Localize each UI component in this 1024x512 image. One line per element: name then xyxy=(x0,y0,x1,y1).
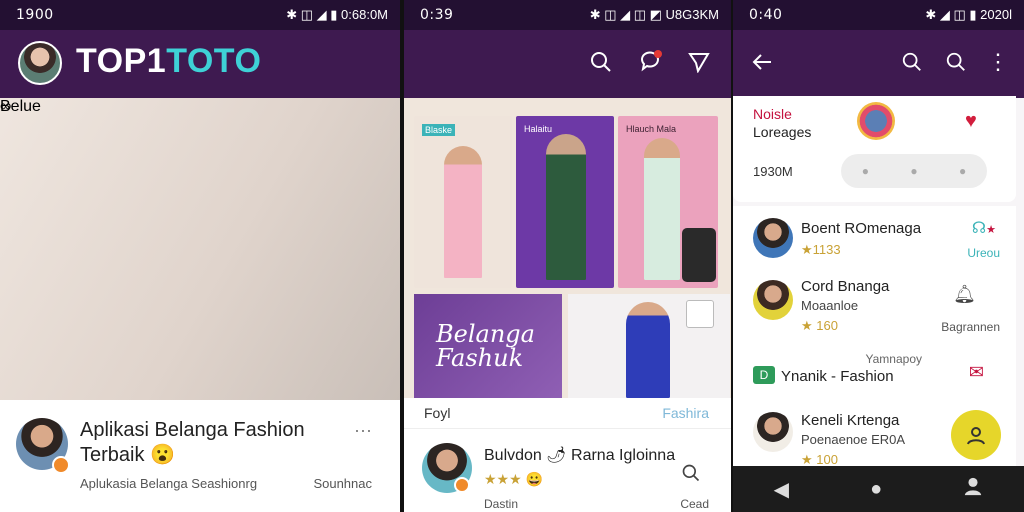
more-icon[interactable]: ··· xyxy=(354,420,372,441)
brand-icon: D xyxy=(753,366,775,384)
contact-avatar[interactable] xyxy=(753,218,793,258)
contact-right-label: Ureou xyxy=(967,246,1000,260)
status-time: 1900 xyxy=(16,7,54,23)
post-card[interactable]: Bulvdon 🌶 Rarna Igloinna ★★★ 😀 Dastin Ce… xyxy=(404,428,731,512)
post-rating: ★★★ 😀 xyxy=(484,471,543,487)
section-bar: Foyl Fashira xyxy=(404,398,731,428)
contacts-panel: 0:40 ✱ ◢ ◫ ▮ 2020l ⋮ Noisle Loreages 193… xyxy=(733,0,1024,512)
share-icon[interactable]: ☊★ xyxy=(972,218,996,238)
info-line-1: Noisle xyxy=(753,106,792,122)
post-card[interactable]: Aplikasi Belanga Fashion Terbaik 😮 Apluk… xyxy=(0,400,400,512)
card-label-1: Blaske xyxy=(422,124,456,136)
status-bar: 1900 ✱ ◫ ◢ ▮ 0:68:0M xyxy=(0,0,400,30)
product-card-1[interactable]: Blaske xyxy=(414,116,512,288)
list-item[interactable]: Yamnapoy D Ynanik - Fashion ✉ xyxy=(733,340,1016,403)
logo-text-main: TOP1 xyxy=(76,42,167,80)
overflow-menu-icon[interactable]: ⋮ xyxy=(983,47,1013,77)
heart-icon[interactable]: ♥ xyxy=(965,110,977,133)
post-side-label: Sounhnac xyxy=(313,476,372,491)
contact-sub: Yamnapoy xyxy=(865,352,922,366)
info-card: Noisle Loreages 1930M ♥ ● ● ● xyxy=(733,96,1016,202)
chat-icon[interactable] xyxy=(636,47,666,77)
status-icons: ✱ ◫ ◢ ◫ ◩ U8G3KM xyxy=(589,7,719,22)
promo-banner[interactable]: Belanga Fashuk xyxy=(414,294,562,398)
search-icon[interactable] xyxy=(681,463,701,489)
verified-badge xyxy=(454,477,470,493)
mail-icon[interactable]: ✉ xyxy=(969,362,984,383)
card-label-3: Hlauch Mala xyxy=(626,124,677,134)
app-header xyxy=(404,30,731,98)
globe-icon[interactable] xyxy=(857,102,895,140)
loop-icon[interactable]: ∞ xyxy=(0,98,11,116)
hero-tag[interactable]: Belue xyxy=(0,98,400,400)
send-icon[interactable] xyxy=(684,47,714,77)
search-icon-2[interactable] xyxy=(941,47,971,77)
system-nav-bar: ◀ ● xyxy=(733,466,1024,512)
search-icon[interactable] xyxy=(586,47,616,77)
contact-right-label: Bagrannen xyxy=(941,320,1000,334)
card-label-2: Halaitu xyxy=(524,124,553,134)
dress-figure-mint xyxy=(644,138,680,280)
contact-sub: ★1133 xyxy=(801,242,841,257)
status-icons: ✱ ◫ ◢ ▮ 0:68:0M xyxy=(286,7,388,22)
nav-home-icon[interactable]: ● xyxy=(870,478,882,501)
profile-avatar[interactable] xyxy=(18,41,62,85)
product-card-2[interactable]: Halaitu xyxy=(516,116,614,288)
suitcase-image xyxy=(682,228,716,282)
info-line-2: Loreages xyxy=(753,124,812,140)
search-icon[interactable] xyxy=(897,47,927,77)
contact-avatar[interactable] xyxy=(753,412,793,452)
contact-name: Boent ROmenaga xyxy=(801,220,922,237)
contact-name: Keneli Krtenga xyxy=(801,412,900,429)
contact-name: Cord Bnanga xyxy=(801,278,890,295)
contact-sub: Moaanloe xyxy=(801,298,859,313)
nav-profile-icon[interactable] xyxy=(963,476,983,502)
nav-back-icon[interactable]: ◀ xyxy=(774,477,789,502)
product-card-3[interactable]: Hlauch Mala xyxy=(618,116,718,288)
list-item[interactable]: Cord Bnanga Moaanloe ★ 160 Bagrannen 🔔︎ xyxy=(733,266,1016,341)
post-title: Aplikasi Belanga Fashion Terbaik 😮 xyxy=(80,419,305,466)
dress-figure-pink xyxy=(444,146,482,278)
verified-badge xyxy=(52,456,70,474)
section-left-label: Foyl xyxy=(424,405,451,421)
product-card-4[interactable] xyxy=(568,294,730,398)
back-arrow-icon[interactable] xyxy=(747,47,777,77)
banner-line-2: Fashuk xyxy=(436,344,524,372)
section-right-link[interactable]: Fashira xyxy=(662,405,709,421)
segment-pill[interactable]: ● ● ● xyxy=(841,154,987,188)
bell-icon[interactable]: 🔔︎ xyxy=(953,284,976,305)
home-panel: 1900 ✱ ◫ ◢ ▮ 0:68:0M TOP1TOTO Belue ∞ Ap… xyxy=(0,0,400,512)
contact-name: Ynanik - Fashion xyxy=(781,368,894,385)
post-date: Dastin xyxy=(484,497,519,511)
status-icons: ✱ ◢ ◫ ▮ 2020l xyxy=(925,7,1012,22)
profile-fab[interactable] xyxy=(951,410,1001,460)
status-bar: 0:40 ✱ ◢ ◫ ▮ 2020l xyxy=(733,0,1024,30)
status-time: 0:40 xyxy=(749,7,783,23)
contact-sub: Poenaenoe ER0A xyxy=(801,432,906,447)
dress-figure-green xyxy=(546,134,586,280)
status-time: 0:39 xyxy=(420,7,454,23)
banner-text: Belanga Fashuk xyxy=(436,322,535,370)
dress-figure-blue xyxy=(626,302,670,398)
bag-icon[interactable] xyxy=(686,300,714,328)
contact-rating: ★ 160 xyxy=(801,318,838,333)
info-line-3: 1930M xyxy=(753,164,793,179)
logo-text-accent: TOTO xyxy=(166,42,262,80)
status-bar: 0:39 ✱ ◫ ◢ ◫ ◩ U8G3KM xyxy=(404,0,731,30)
gallery-panel: 0:39 ✱ ◫ ◢ ◫ ◩ U8G3KM Blaske Halaitu Hla… xyxy=(404,0,731,512)
product-grid: Blaske Halaitu Hlauch Mala Belanga Fashuk xyxy=(404,98,731,398)
app-logo: TOP1TOTO xyxy=(76,42,261,81)
post-title: Bulvdon 🌶 Rarna Igloinna xyxy=(484,447,676,464)
list-item[interactable]: Boent ROmenaga ★1133 Ureou ☊★ xyxy=(733,206,1016,267)
post-subtitle: Aplukasia Belanga Seashionrg xyxy=(80,476,258,491)
contact-avatar[interactable] xyxy=(753,280,793,320)
post-side-label: Cead xyxy=(680,497,709,511)
